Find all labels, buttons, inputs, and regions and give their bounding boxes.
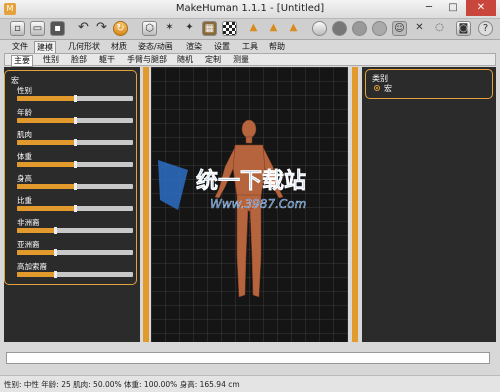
tab-render[interactable]: 渲染 [184, 41, 204, 52]
skin-icon[interactable] [332, 21, 347, 36]
help-icon[interactable]: ? [478, 21, 493, 36]
slider-fill [17, 140, 75, 145]
maximize-button[interactable]: □ [442, 0, 464, 16]
subtab-main[interactable]: 主要 [11, 55, 33, 67]
tab-tools[interactable]: 工具 [240, 41, 260, 52]
subtab-custom[interactable]: 定制 [203, 55, 223, 65]
slider-handle[interactable] [74, 205, 77, 212]
tab-pose[interactable]: 姿态/动画 [136, 41, 175, 52]
slider-label: 性别 [17, 86, 32, 95]
reset-icon[interactable]: ↻ [113, 21, 128, 36]
slider-handle[interactable] [74, 161, 77, 168]
slider-fill [17, 250, 56, 255]
tab-modeling[interactable]: 建模 [34, 41, 56, 53]
slider-label: 亚洲裔 [17, 240, 40, 249]
tab-help[interactable]: 帮助 [267, 41, 287, 52]
slider-fill [17, 184, 75, 189]
tab-geometry[interactable]: 几何形状 [66, 41, 102, 52]
slider-label: 年龄 [17, 108, 32, 117]
subtab-measure[interactable]: 测量 [231, 55, 251, 65]
slider-fill [17, 272, 56, 277]
export-icon[interactable]: ▪ [50, 21, 65, 36]
macro-radio-button[interactable] [374, 85, 380, 91]
subtab-arms-legs[interactable]: 手臂与腿部 [125, 55, 169, 65]
slider-fill [17, 96, 75, 101]
slider-fill [17, 206, 75, 211]
subtab-random[interactable]: 随机 [175, 55, 195, 65]
title-bar: M MakeHuman 1.1.1 - [Untitled] ─ □ ✕ [0, 0, 500, 19]
bone-icon[interactable]: ✕ [412, 21, 427, 36]
slider-label: 非洲裔 [17, 218, 40, 227]
macro-slider[interactable] [17, 183, 133, 190]
slider-fill [17, 228, 56, 233]
status-bar: 性别: 中性 年龄: 25 肌肉: 50.00% 体重: 100.00% 身高:… [0, 375, 500, 392]
subtab-torso[interactable]: 躯干 [97, 55, 117, 65]
front-view-icon[interactable]: ▲ [246, 21, 261, 36]
status-text: 性别: 中性 年龄: 25 肌肉: 50.00% 体重: 100.00% 身高:… [4, 380, 240, 389]
macro-slider[interactable] [17, 161, 133, 168]
subtab-face[interactable]: 脸部 [69, 55, 89, 65]
face-icon[interactable]: ☺ [392, 21, 407, 36]
left-panel: 宏 性别 年龄 肌肉 体重 身高 比重 非洲裔 亚洲裔 高加索裔 [4, 67, 140, 342]
slider-label: 比重 [17, 196, 32, 205]
macro-slider[interactable] [17, 249, 133, 256]
camera-icon[interactable]: ◙ [456, 21, 471, 36]
tab-file[interactable]: 文件 [10, 41, 30, 52]
grid-icon[interactable]: ▦ [202, 21, 217, 36]
macro-slider[interactable] [17, 139, 133, 146]
checker-icon[interactable] [222, 21, 237, 36]
hair-icon[interactable] [352, 21, 367, 36]
left-splitter[interactable] [143, 67, 149, 342]
slider-label: 身高 [17, 174, 32, 183]
slider-fill [17, 162, 75, 167]
slider-handle[interactable] [74, 139, 77, 146]
slider-label: 高加索裔 [17, 262, 47, 271]
slider-handle[interactable] [54, 271, 58, 278]
macro-slider[interactable] [17, 227, 133, 234]
viewport-canvas [151, 67, 348, 342]
macro-slider[interactable] [17, 205, 133, 212]
slider-handle[interactable] [74, 95, 77, 102]
pose-icon[interactable]: ✶ [162, 21, 177, 36]
slider-label: 肌肉 [17, 130, 32, 139]
macro-group: 宏 性别 年龄 肌肉 体重 身高 比重 非洲裔 亚洲裔 高加索裔 [4, 70, 137, 285]
minimize-button[interactable]: ─ [418, 0, 440, 16]
menu-tabs: 文件 建模 几何形状 材质 姿态/动画 渲染 设置 工具 帮助 [0, 40, 500, 53]
toolbar: ▫ ▭ ▪ ↶ ↷ ↻ ⬡ ✶ ✦ ▦ ▲ ▲ ▲ ☺ ✕ ◌ ◙ ? [0, 19, 500, 40]
macro-radio-label[interactable]: 宏 [384, 83, 392, 94]
slider-label: 体重 [17, 152, 32, 161]
slider-handle[interactable] [74, 117, 77, 124]
command-input[interactable] [6, 352, 490, 364]
right-panel: 类别 宏 [362, 67, 496, 342]
macro-slider[interactable] [17, 117, 133, 124]
wireframe-icon[interactable]: ⬡ [142, 21, 157, 36]
subtab-gender[interactable]: 性别 [41, 55, 61, 65]
cloth-icon[interactable] [372, 21, 387, 36]
macro-slider[interactable] [17, 271, 133, 278]
side-view-icon[interactable]: ▲ [286, 21, 301, 36]
category-group: 类别 宏 [365, 69, 493, 99]
smooth-icon[interactable]: ✦ [182, 21, 197, 36]
close-button[interactable]: ✕ [466, 0, 496, 16]
sub-tabs: 主要 性别 脸部 躯干 手臂与腿部 随机 定制 测量 [4, 53, 496, 67]
new-file-icon[interactable]: ▫ [10, 21, 25, 36]
slider-handle[interactable] [74, 183, 77, 190]
right-splitter[interactable] [352, 67, 358, 342]
slider-handle[interactable] [54, 227, 58, 234]
slider-handle[interactable] [54, 249, 58, 256]
macro-slider[interactable] [17, 95, 133, 102]
tab-material[interactable]: 材质 [109, 41, 129, 52]
tab-settings[interactable]: 设置 [212, 41, 232, 52]
3d-viewport[interactable] [151, 67, 348, 342]
back-view-icon[interactable]: ▲ [266, 21, 281, 36]
undo-icon[interactable]: ↶ [76, 21, 91, 36]
zoom-icon[interactable]: ◌ [432, 21, 447, 36]
slider-fill [17, 118, 75, 123]
redo-icon[interactable]: ↷ [94, 21, 109, 36]
save-icon[interactable]: ▭ [30, 21, 45, 36]
sphere-icon[interactable] [312, 21, 327, 36]
